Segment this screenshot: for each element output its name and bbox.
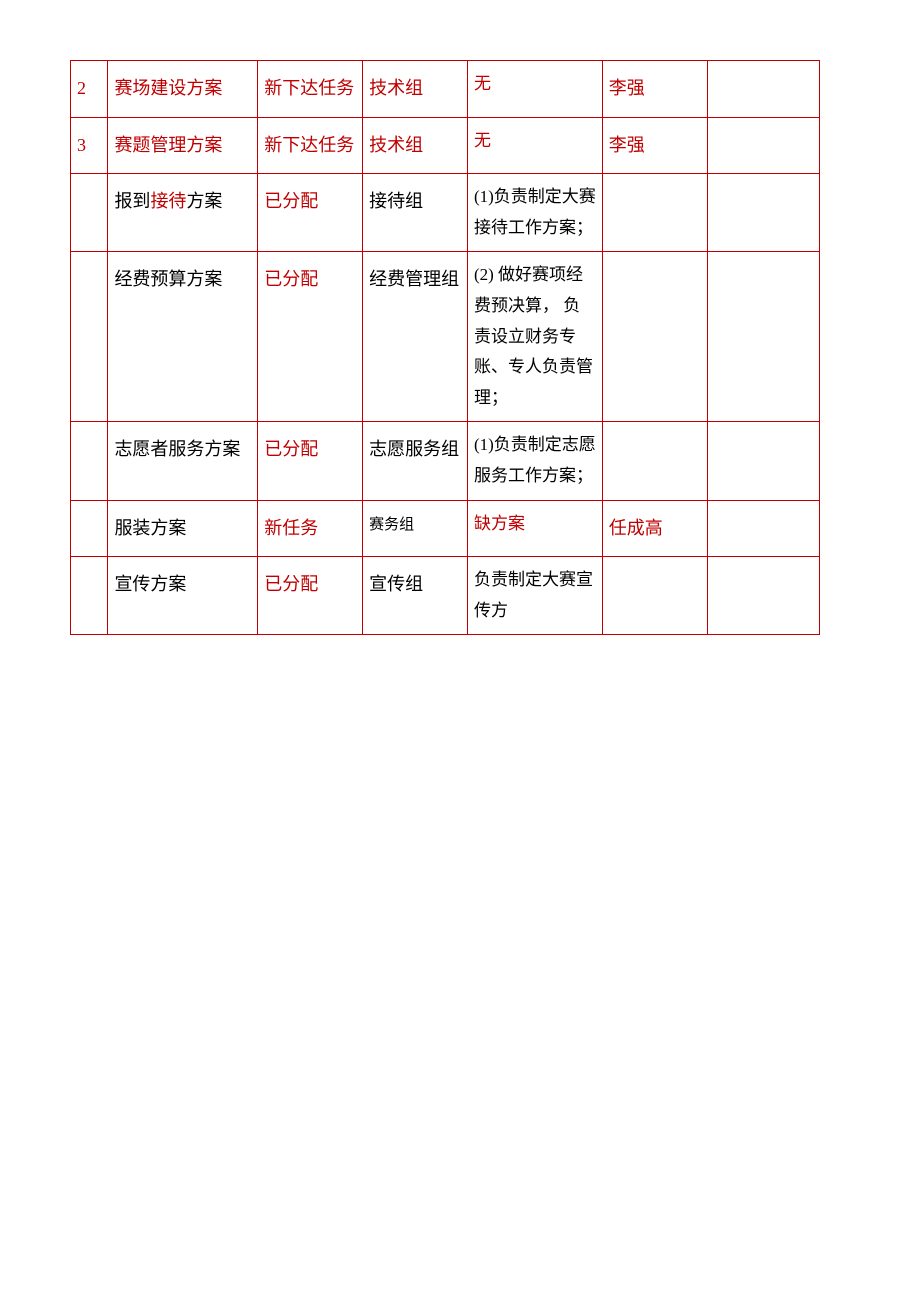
table-row: 志愿者服务方案已分配志愿服务组 (1)负责制定志愿服务工作方案； [71,422,820,500]
cell-num: 2 [71,61,108,118]
cell-num [71,252,108,422]
cell-status: 新任务 [258,500,363,557]
cell-person: 李强 [602,117,707,174]
cell-extra [707,117,819,174]
cell-name: 宣传方案 [108,557,258,635]
table-row: 2赛场建设方案新下达任务技术组无李强 [71,61,820,118]
cell-extra [707,500,819,557]
cell-desc: (1)负责制定志愿服务工作方案； [467,422,602,500]
cell-name: 经费预算方案 [108,252,258,422]
cell-extra [707,61,819,118]
cell-group: 志愿服务组 [363,422,468,500]
table-row: 服装方案新任务赛务组缺方案任成高 [71,500,820,557]
cell-status: 新下达任务 [258,61,363,118]
cell-person: 李强 [602,61,707,118]
cell-group: 技术组 [363,117,468,174]
cell-name: 报到接待方案 [108,174,258,252]
cell-name: 服装方案 [108,500,258,557]
cell-extra [707,174,819,252]
cell-status: 已分配 [258,422,363,500]
cell-desc: 无 [467,117,602,174]
cell-status: 已分配 [258,557,363,635]
cell-num [71,557,108,635]
cell-num [71,422,108,500]
table-row: 报到接待方案已分配接待组 (1)负责制定大赛接待工作方案； [71,174,820,252]
cell-num: 3 [71,117,108,174]
cell-person [602,422,707,500]
cell-group: 赛务组 [363,500,468,557]
cell-person [602,557,707,635]
cell-status: 新下达任务 [258,117,363,174]
cell-extra [707,252,819,422]
cell-status: 已分配 [258,174,363,252]
cell-name: 志愿者服务方案 [108,422,258,500]
table-row: 3赛题管理方案新下达任务技术组无李强 [71,117,820,174]
cell-extra [707,557,819,635]
cell-desc: 缺方案 [467,500,602,557]
task-table: 2赛场建设方案新下达任务技术组无李强3赛题管理方案新下达任务技术组无李强报到接待… [70,60,820,635]
cell-num [71,174,108,252]
cell-status: 已分配 [258,252,363,422]
cell-group: 技术组 [363,61,468,118]
cell-extra [707,422,819,500]
cell-desc: (2) 做好赛项经费预决算， 负责设立财务专账、专人负责管理； [467,252,602,422]
cell-num [71,500,108,557]
cell-group: 接待组 [363,174,468,252]
table-row: 宣传方案已分配宣传组负责制定大赛宣传方 [71,557,820,635]
cell-group: 宣传组 [363,557,468,635]
table-row: 经费预算方案已分配经费管理组 (2) 做好赛项经费预决算， 负责设立财务专账、专… [71,252,820,422]
cell-person [602,252,707,422]
cell-desc: (1)负责制定大赛接待工作方案； [467,174,602,252]
cell-person [602,174,707,252]
cell-name: 赛场建设方案 [108,61,258,118]
cell-desc: 负责制定大赛宣传方 [467,557,602,635]
cell-person: 任成高 [602,500,707,557]
cell-desc: 无 [467,61,602,118]
cell-group: 经费管理组 [363,252,468,422]
cell-name: 赛题管理方案 [108,117,258,174]
